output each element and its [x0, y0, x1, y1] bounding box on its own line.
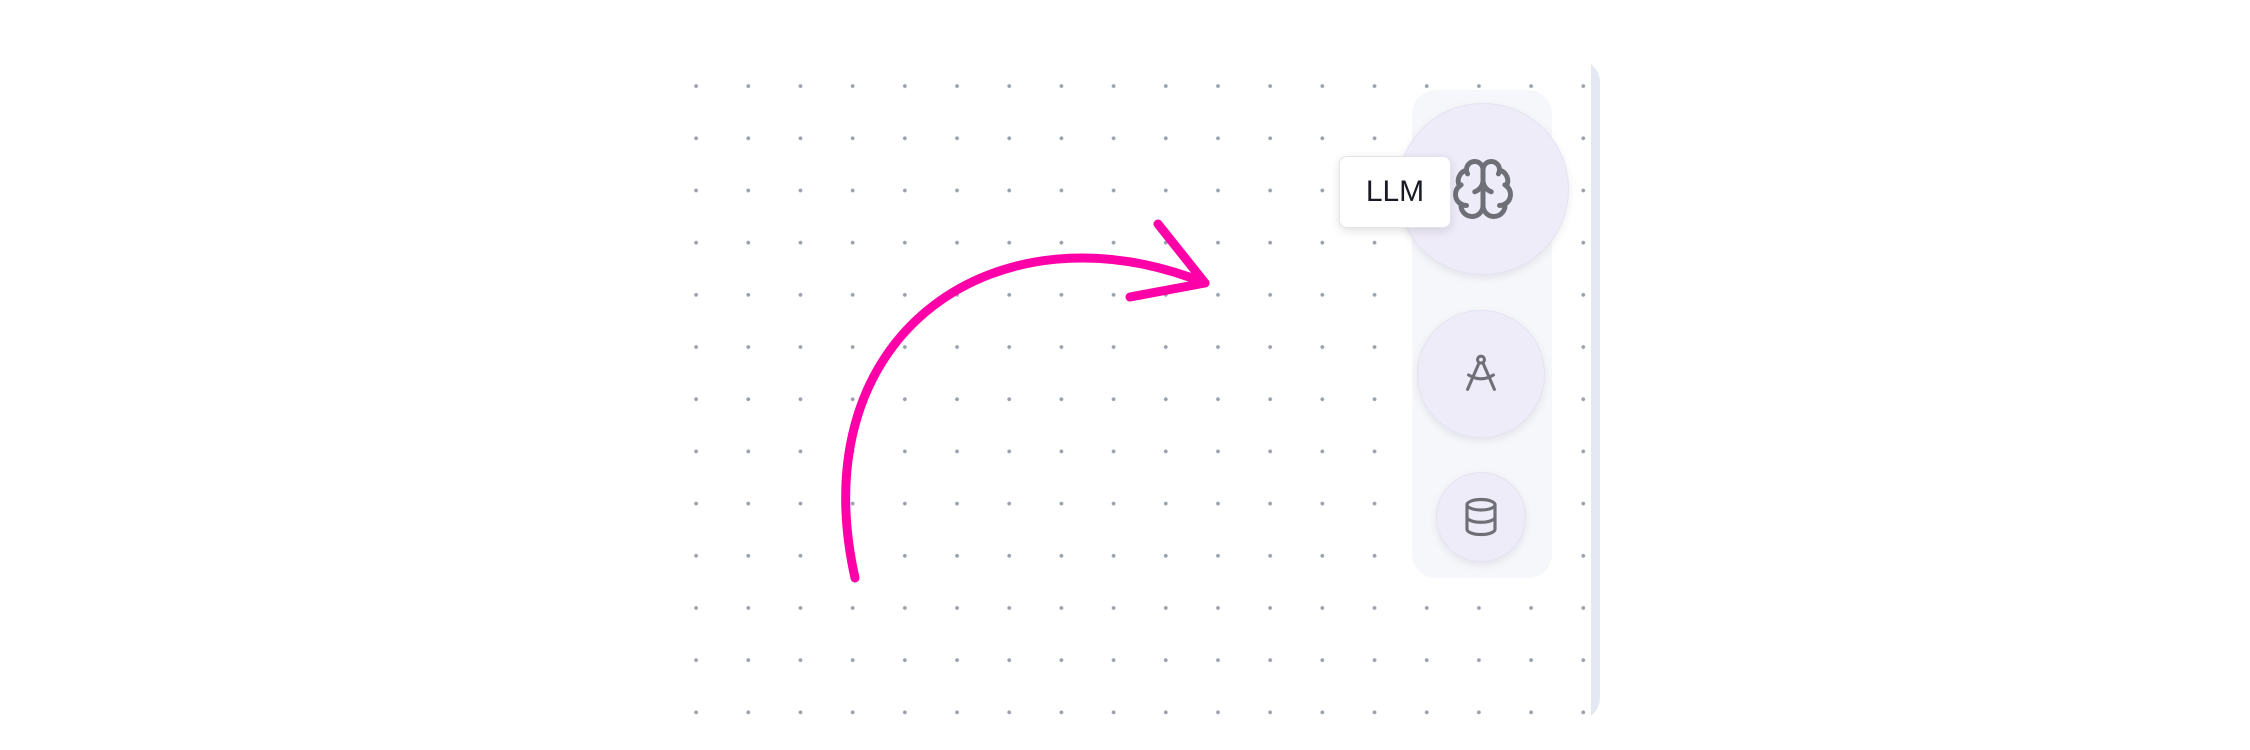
compass-tool-button[interactable] — [1417, 310, 1545, 438]
arrow-shaft — [841, 253, 1210, 583]
llm-tooltip: LLM — [1339, 156, 1451, 228]
database-icon — [1465, 497, 1497, 537]
database-tool-button[interactable] — [1436, 472, 1526, 562]
curved-arrow-annotation[interactable] — [0, 0, 2250, 750]
compass-icon — [1466, 354, 1496, 391]
brain-icon — [1453, 159, 1513, 219]
